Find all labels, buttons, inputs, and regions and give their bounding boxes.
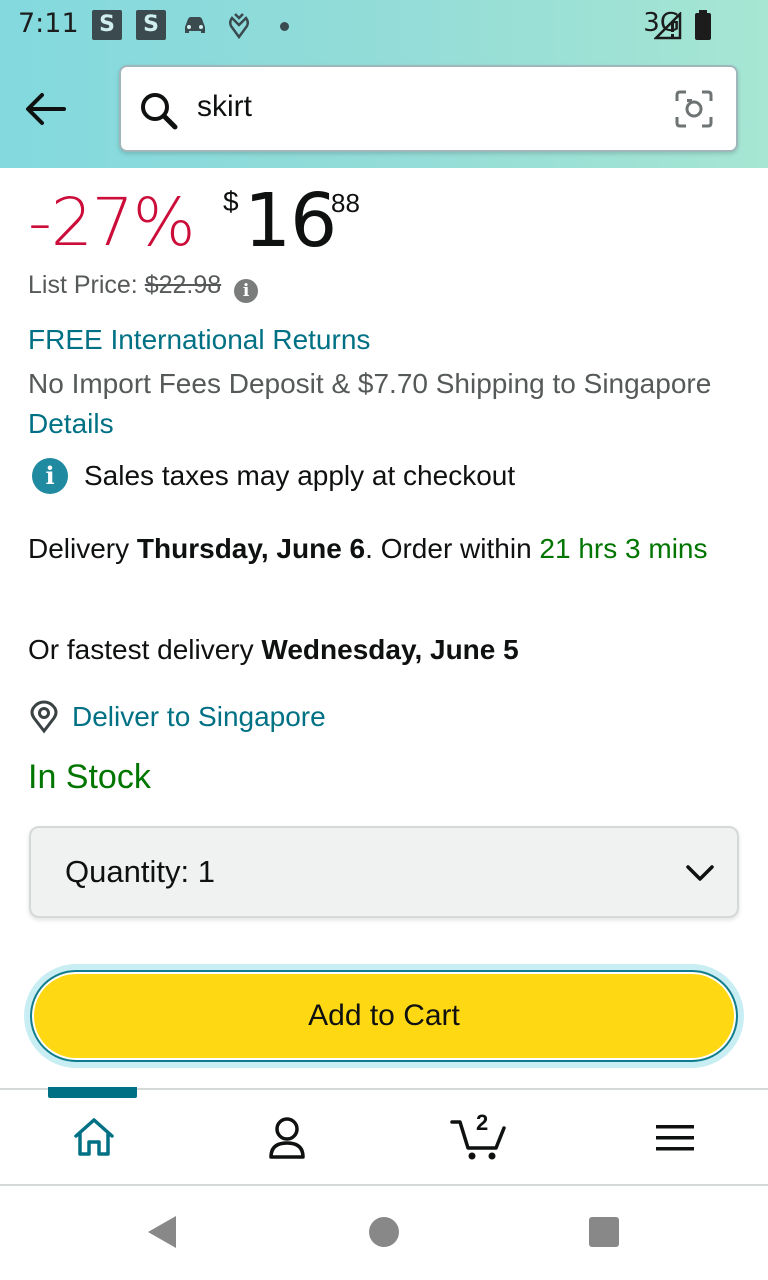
signal-icon [654,12,682,40]
quantity-dropdown[interactable]: Quantity: 1 [29,826,739,918]
search-input[interactable]: skirt [197,90,252,124]
list-price: List Price: $22.98 i [28,271,259,303]
free-returns-link[interactable]: FREE International Returns [28,324,370,356]
search-icon[interactable] [139,91,179,131]
notification-s-icon: S [92,10,122,40]
location-pin-icon[interactable] [28,700,60,734]
deliver-to-link[interactable]: Deliver to Singapore [72,701,326,733]
status-bar: 7:11 S S 3G [0,0,768,52]
search-bar[interactable]: skirt [119,65,738,152]
sales-tax-note: Sales taxes may apply at checkout [84,460,516,491]
status-time: 7:11 [18,8,79,39]
quantity-label-text: Quantity: [65,854,190,889]
more-notifications-dot [280,22,289,31]
delivery-estimate: Delivery Thursday, June 6. Order within … [28,529,728,569]
camera-scan-icon[interactable] [674,89,714,129]
order-within-label: . Order within [365,533,532,564]
price-whole: 16 [244,178,337,264]
car-icon [185,17,205,33]
discount-percentage: -27% [28,184,196,261]
fastest-delivery: Or fastest delivery Wednesday, June 5 [28,634,519,666]
quantity-label: Quantity: 1 [65,854,215,890]
home-icon[interactable] [72,1116,116,1158]
fastest-delivery-date: Wednesday, June 5 [261,634,519,665]
add-to-cart-button[interactable]: Add to Cart [30,970,738,1062]
quantity-value: 1 [197,854,215,889]
back-arrow-icon[interactable] [22,85,70,133]
list-price-value: $22.98 [144,271,222,299]
price-currency: $ [223,186,239,217]
delivery-prefix: Delivery [28,533,130,564]
system-back-icon[interactable] [146,1214,178,1250]
fastest-delivery-label: Or fastest delivery [28,634,254,665]
delivery-date: Thursday, June 6 [136,533,366,564]
info-icon: i [32,458,68,494]
system-recents-icon[interactable] [589,1217,619,1247]
cart-count: 2 [476,1110,489,1135]
stock-status: In Stock [28,758,151,796]
system-home-icon[interactable] [369,1217,399,1247]
price-fraction: 88 [331,188,360,218]
order-countdown: 21 hrs 3 mins [539,533,708,564]
import-shipping-text: No Import Fees Deposit & $7.70 Shipping … [28,368,712,399]
menu-icon[interactable] [655,1122,695,1154]
account-icon[interactable] [266,1116,308,1160]
battery-icon [695,10,711,40]
chevron-down-icon [686,865,714,881]
list-price-label: List Price: [28,271,138,299]
import-fees-text: No Import Fees Deposit & $7.70 Shipping … [28,364,728,444]
cart-icon[interactable]: 2 [450,1110,508,1167]
details-link[interactable]: Details [28,408,114,439]
info-icon[interactable]: i [234,279,259,303]
location-pin-icon [228,13,250,40]
app-header: 7:11 S S 3G skirt [0,0,768,168]
notification-s-icon: S [136,10,166,40]
active-tab-indicator [48,1087,137,1098]
